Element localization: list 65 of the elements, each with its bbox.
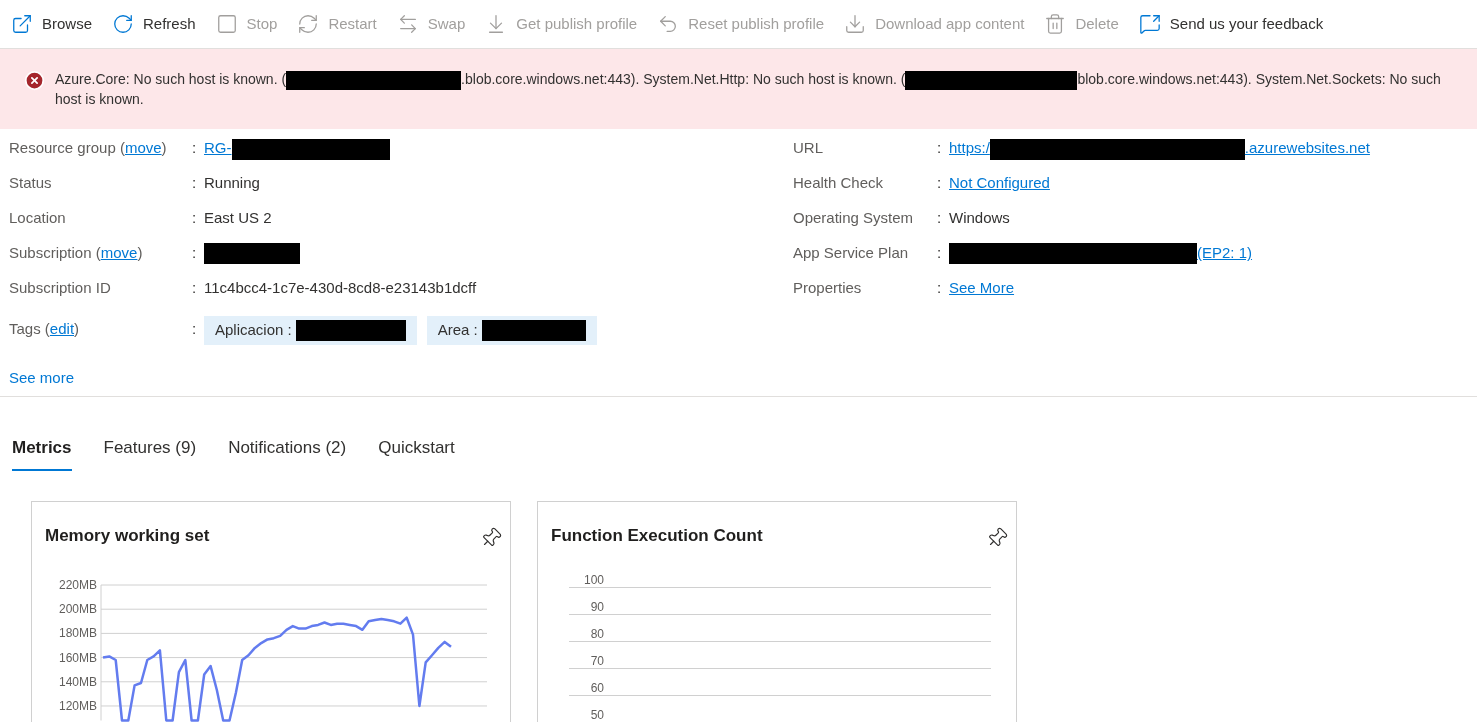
- field-value: 11c4bcc4-1c7e-430d-8cd8-e23143b1dcff: [204, 278, 477, 299]
- trash-icon: [1044, 13, 1067, 35]
- tab[interactable]: Metrics: [12, 435, 72, 471]
- separator-colon: :: [192, 278, 198, 299]
- field-label: Location: [9, 209, 66, 227]
- axis-tick-label: 50: [589, 708, 604, 722]
- chart-title: Function Execution Count: [551, 525, 763, 547]
- field-label: Status: [9, 174, 52, 192]
- label-link[interactable]: move: [100, 244, 138, 262]
- field-value: East US 2: [204, 208, 272, 229]
- axis-tick-label: 100: [582, 573, 604, 587]
- error-icon: [24, 70, 45, 91]
- label-link[interactable]: move: [124, 139, 162, 157]
- field-label: Subscription (move): [9, 244, 143, 262]
- label-link[interactable]: edit: [49, 320, 75, 337]
- external-link-icon: [11, 13, 33, 35]
- tag-chip: Aplicacion :: [204, 316, 417, 345]
- separator-colon: :: [937, 278, 943, 299]
- restart-icon: [297, 13, 320, 35]
- field-label: Tags (edit): [9, 320, 80, 337]
- field-label: Properties: [793, 279, 862, 297]
- axis-tick-label: 80: [589, 627, 604, 641]
- field-label: URL: [793, 139, 823, 157]
- download-icon: [844, 13, 867, 35]
- axis-tick-label: 70: [589, 654, 604, 668]
- field-label: Operating System: [793, 209, 914, 227]
- field-label: Resource group (move): [9, 139, 167, 157]
- field-value: Windows: [949, 208, 1010, 229]
- separator-colon: :: [937, 138, 943, 159]
- chart-title: Memory working set: [45, 525, 210, 547]
- axis-tick-label: 120MB: [58, 699, 97, 713]
- separator-colon: :: [192, 243, 198, 264]
- field-value: Running: [204, 173, 260, 194]
- error-message: Azure.Core: No such host is known. ( .blob.core.windows.net:443). System.Net.Http: No such host is known. ( blob.core.windows.net:443). System.Net.Sockets: No such host is known.: [55, 70, 1442, 109]
- axis-tick-label: 140MB: [58, 674, 97, 689]
- axis-tick-label: 180MB: [58, 626, 97, 641]
- axis-tick-label: 200MB: [58, 602, 97, 617]
- tab[interactable]: Notifications (2): [228, 435, 347, 471]
- separator-colon: :: [937, 208, 943, 229]
- feedback-icon: [1138, 13, 1161, 35]
- tab[interactable]: Quickstart: [378, 435, 455, 471]
- value-link[interactable]: See More: [949, 277, 1015, 300]
- see-more-link[interactable]: See more: [9, 367, 75, 390]
- field-label: Health Check: [793, 174, 884, 192]
- axis-tick-label: 60: [589, 681, 604, 695]
- toolbar-button[interactable]: Refresh: [112, 12, 196, 36]
- axis-tick-label: 160MB: [58, 650, 97, 665]
- separator-colon: :: [192, 319, 198, 339]
- tab[interactable]: Features (9): [103, 435, 197, 471]
- refresh-icon: [112, 13, 135, 35]
- axis-tick-label: 90: [589, 600, 604, 614]
- separator-colon: :: [192, 208, 198, 229]
- field-label: Subscription ID: [9, 279, 111, 297]
- value-link[interactable]: Not Configured: [949, 172, 1050, 195]
- tag-chip: Area :: [426, 316, 597, 345]
- separator-colon: :: [937, 173, 943, 194]
- toolbar-button[interactable]: Send us your feedback: [1138, 12, 1324, 36]
- value-link[interactable]: (EP2: 1): [1197, 242, 1253, 265]
- toolbar-button[interactable]: Browse: [11, 12, 93, 36]
- separator-colon: :: [192, 138, 198, 159]
- separator-colon: :: [937, 243, 943, 264]
- axis-tick-label: 220MB: [58, 578, 97, 592]
- square-icon: [215, 13, 238, 35]
- field-label: App Service Plan: [793, 244, 909, 262]
- separator-colon: :: [192, 173, 198, 194]
